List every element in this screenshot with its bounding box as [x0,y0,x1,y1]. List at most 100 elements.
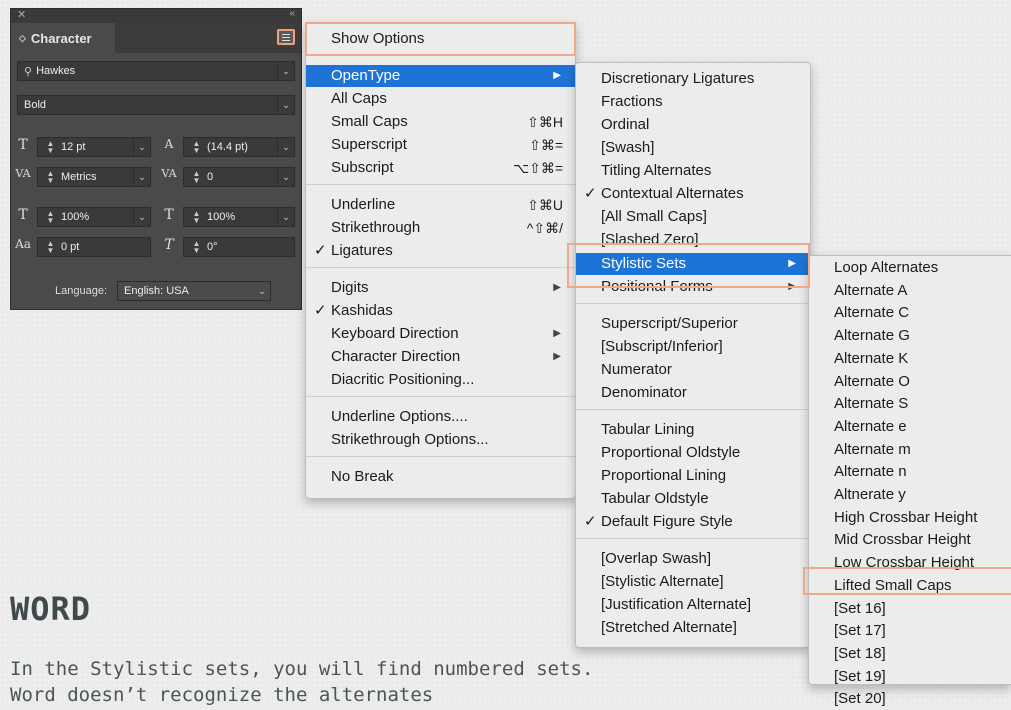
chevron-down-icon[interactable]: ⌄ [254,282,270,300]
stepper-icon[interactable]: ▲ ▼ [44,210,57,225]
stepper-icon[interactable]: ▲ ▼ [44,170,57,185]
menu-item-stylistic-alternate[interactable]: [Stylistic Alternate] [576,571,810,593]
menu-item-label: Diacritic Positioning... [331,371,475,388]
stepper-icon[interactable]: ▲ ▼ [190,240,203,255]
chevron-down-icon[interactable]: ⌄ [133,168,150,186]
leading-field[interactable]: ▲ ▼ (14.4 pt) ⌄ [183,137,295,157]
language-value: English: USA [124,285,189,297]
baseline-shift-value: 0 pt [61,241,80,253]
menu-item-tabular-oldstyle[interactable]: Tabular Oldstyle [576,488,810,510]
menu-item-ligatures[interactable]: ✓ Ligatures [306,240,575,262]
chevron-down-icon[interactable]: ⌄ [277,96,294,114]
menu-item-alternate-k[interactable]: Alternate K [809,348,1011,370]
menu-item-titling-alternates[interactable]: Titling Alternates [576,160,810,182]
menu-item-fractions[interactable]: Fractions [576,91,810,113]
menu-item-ordinal[interactable]: Ordinal [576,114,810,136]
menu-item-label: Proportional Oldstyle [601,444,741,461]
menu-item-swash[interactable]: [Swash] [576,137,810,159]
menu-item-underline[interactable]: Underline ⇧⌘U [306,194,575,216]
baseline-shift-field[interactable]: ▲ ▼ 0 pt [37,237,151,257]
tracking-field[interactable]: ▲ ▼ 0 ⌄ [183,167,295,187]
stepper-icon[interactable]: ▲ ▼ [44,240,57,255]
menu-item-proportional-oldstyle[interactable]: Proportional Oldstyle [576,442,810,464]
menu-item-all-caps[interactable]: All Caps [306,88,575,110]
kerning-field[interactable]: ▲ ▼ Metrics ⌄ [37,167,151,187]
menu-item-alternate-g[interactable]: Alternate G [809,325,1011,347]
panel-options-menu: Show Options OpenType ▶ All Caps Small Caps ⇧… [305,22,576,499]
menu-item-small-caps[interactable]: Small Caps ⇧⌘H [306,111,575,133]
chevron-down-icon[interactable]: ⌄ [277,62,294,80]
menu-item-alternate-e[interactable]: Alternate e [809,416,1011,438]
menu-item-label: [Stretched Alternate] [601,619,737,636]
vertical-scale-field[interactable]: ▲ ▼ 100% ⌄ [37,207,151,227]
menu-item-subscript-inferior[interactable]: [Subscript/Inferior] [576,336,810,358]
menu-item-loop-alternates[interactable]: Loop Alternates [809,257,1011,279]
panel-menu-button[interactable] [277,29,295,45]
menu-item-altnerate-y[interactable]: Altnerate y [809,484,1011,506]
font-style-field[interactable]: Bold ⌄ [17,95,295,115]
font-size-field[interactable]: ▲ ▼ 12 pt ⌄ [37,137,151,157]
menu-item-high-crossbar-height[interactable]: High Crossbar Height [809,507,1011,529]
chevron-down-icon[interactable]: ⌄ [133,138,150,156]
font-family-value: Hawkes [36,65,76,77]
menu-item-subscript[interactable]: Subscript ⌥⇧⌘= [306,157,575,179]
menu-item-character-direction[interactable]: Character Direction ▶ [306,346,575,368]
stepper-icon[interactable]: ▲ ▼ [190,210,203,225]
menu-item-keyboard-direction[interactable]: Keyboard Direction ▶ [306,323,575,345]
menu-item-set-16[interactable]: [Set 16] [809,598,1011,620]
menu-item-alternate-a[interactable]: Alternate A [809,280,1011,302]
menu-item-strikethrough[interactable]: Strikethrough ^⇧⌘/ [306,217,575,239]
menu-item-all-small-caps[interactable]: [All Small Caps] [576,206,810,228]
panel-title: Character [30,30,92,46]
chevron-down-icon[interactable]: ⌄ [277,168,294,186]
menu-item-alternate-s[interactable]: Alternate S [809,393,1011,415]
menu-item-underline-options[interactable]: Underline Options.... [306,406,575,428]
menu-item-alternate-o[interactable]: Alternate O [809,371,1011,393]
character-panel: ✕ « ◇ Character ⚲ Hawkes ⌄ Bold ⌄ T ▲ ▼ 1… [10,8,302,310]
menu-item-set-17[interactable]: [Set 17] [809,620,1011,642]
menu-item-mid-crossbar-height[interactable]: Mid Crossbar Height [809,529,1011,551]
menu-item-denominator[interactable]: Denominator [576,382,810,404]
menu-item-stretched-alternate[interactable]: [Stretched Alternate] [576,617,810,639]
collapse-icon[interactable]: « [289,8,295,19]
menu-item-numerator[interactable]: Numerator [576,359,810,381]
menu-item-discretionary-ligatures[interactable]: Discretionary Ligatures [576,68,810,90]
close-icon[interactable]: ✕ [17,8,26,21]
menu-item-contextual-alternates[interactable]: ✓ Contextual Alternates [576,183,810,205]
menu-item-justification-alternate[interactable]: [Justification Alternate] [576,594,810,616]
menu-item-superscript[interactable]: Superscript ⇧⌘= [306,134,575,156]
menu-item-strikethrough-options[interactable]: Strikethrough Options... [306,429,575,451]
menu-item-tabular-lining[interactable]: Tabular Lining [576,419,810,441]
chevron-down-icon[interactable]: ⌄ [277,208,294,226]
menu-item-proportional-lining[interactable]: Proportional Lining [576,465,810,487]
language-select[interactable]: English: USA ⌄ [117,281,271,301]
menu-item-alternate-n[interactable]: Alternate n [809,461,1011,483]
skew-field[interactable]: ▲ ▼ 0° [183,237,295,257]
stepper-icon[interactable]: ▲ ▼ [190,140,203,155]
menu-item-label: Ordinal [601,116,650,133]
menu-item-superscript-superior[interactable]: Superscript/Superior [576,313,810,335]
menu-item-kashidas[interactable]: ✓ Kashidas [306,300,575,322]
menu-item-opentype[interactable]: OpenType ▶ [306,65,575,87]
stepper-icon[interactable]: ▲ ▼ [190,170,203,185]
horizontal-scale-field[interactable]: ▲ ▼ 100% ⌄ [183,207,295,227]
menu-item-alternate-m[interactable]: Alternate m [809,439,1011,461]
menu-item-overlap-swash[interactable]: [Overlap Swash] [576,548,810,570]
menu-item-set-20[interactable]: [Set 20] [809,688,1011,710]
menu-item-default-figure-style[interactable]: ✓ Default Figure Style [576,511,810,533]
menu-item-label: Tabular Lining [601,421,695,438]
tab-character[interactable]: ◇ Character [11,23,115,53]
menu-item-digits[interactable]: Digits ▶ [306,277,575,299]
stepper-icon[interactable]: ▲ ▼ [44,140,57,155]
menu-item-no-break[interactable]: No Break [306,466,575,488]
font-family-field[interactable]: ⚲ Hawkes ⌄ [17,61,295,81]
menu-item-alternate-c[interactable]: Alternate C [809,302,1011,324]
menu-item-diacritic-positioning[interactable]: Diacritic Positioning... [306,369,575,391]
chevron-down-icon[interactable]: ⌄ [133,208,150,226]
chevron-down-icon[interactable]: ⌄ [277,138,294,156]
menu-item-set-19[interactable]: [Set 19] [809,666,1011,688]
menu-item-set-18[interactable]: [Set 18] [809,643,1011,665]
tracking-value: 0 [207,171,214,183]
kerning-value: Metrics [61,171,97,183]
checkmark-icon: ✓ [314,302,327,319]
